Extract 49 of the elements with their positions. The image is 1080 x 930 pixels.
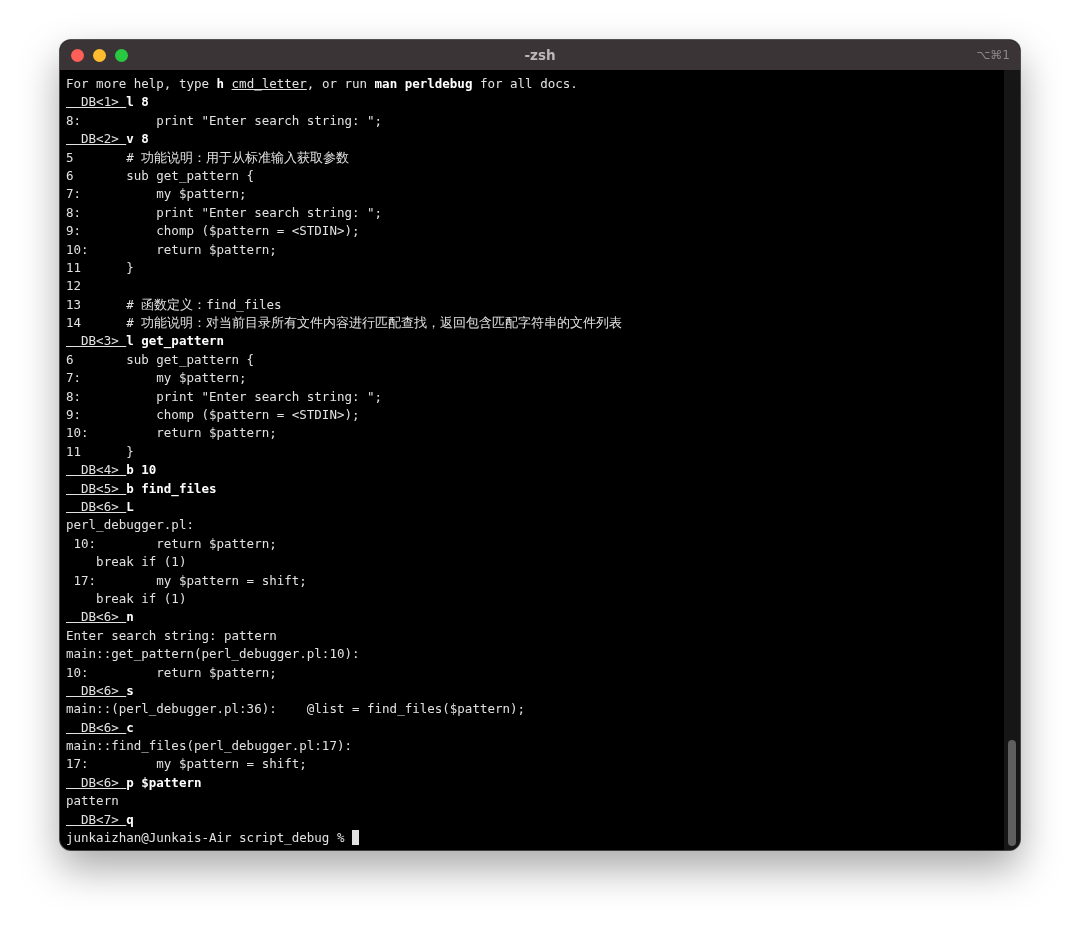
- output-line: 6 sub get_pattern {: [66, 167, 255, 183]
- command-text: c: [126, 719, 134, 735]
- output-line: 10: return $pattern;: [66, 664, 277, 680]
- output-line: 8: print "Enter search string: ";: [66, 204, 383, 220]
- help-text: For more help, type h cmd_letter, or run man perldebug for all docs.: [66, 75, 579, 93]
- command-text: v 8: [126, 131, 149, 147]
- zoom-button[interactable]: [115, 48, 128, 62]
- command-text: n: [126, 609, 134, 625]
- output-line: 10: return $pattern;: [66, 241, 277, 257]
- output-line: 11 }: [66, 259, 134, 275]
- debugger-prompt: DB<6>: [80, 774, 120, 790]
- scrollbar-thumb[interactable]: [1008, 740, 1016, 846]
- text-cursor: [352, 830, 359, 845]
- debugger-prompt: DB<4>: [80, 462, 120, 478]
- output-line: 13 # 函数定义：find_files: [66, 296, 282, 312]
- output-line: 10: return $pattern;: [66, 425, 277, 441]
- output-line: 7: my $pattern;: [66, 370, 247, 386]
- output-line: 17: my $pattern = shift;: [72, 572, 307, 588]
- command-text: L: [126, 499, 134, 514]
- command-text: l 8: [126, 94, 149, 110]
- debugger-prompt: DB<1>: [80, 94, 120, 110]
- output-line: 7: my $pattern;: [66, 186, 247, 202]
- tab-shortcut: ⌥⌘1: [976, 48, 1011, 62]
- output-line: 10: return $pattern;: [72, 535, 277, 551]
- command-text: s: [126, 682, 134, 698]
- output-line: 8: print "Enter search string: ";: [66, 388, 383, 404]
- minimize-button[interactable]: [93, 48, 106, 62]
- output-line: 14 # 功能说明：对当前目录所有文件内容进行匹配查找，返回包含匹配字符串的文件列表: [66, 315, 623, 331]
- output-line: 9: chomp ($pattern = <STDIN>);: [66, 407, 360, 423]
- command-text: p $pattern: [126, 774, 202, 790]
- debugger-prompt: DB<6>: [80, 609, 120, 625]
- debugger-prompt: DB<3>: [80, 333, 120, 349]
- output-line: 9: chomp ($pattern = <STDIN>);: [66, 223, 360, 239]
- output-line: 11 }: [66, 443, 134, 459]
- command-text: b 10: [126, 462, 157, 478]
- output-line: break if (1): [95, 590, 187, 606]
- debugger-prompt: DB<7>: [80, 811, 120, 827]
- window-title: -zsh: [524, 47, 556, 63]
- debugger-prompt: DB<6>: [80, 682, 120, 698]
- command-text: l get_pattern: [126, 333, 225, 349]
- debugger-prompt: DB<6>: [80, 719, 120, 735]
- output-line: 12: [66, 278, 82, 294]
- output-line: main::get_pattern(perl_debugger.pl:10):: [66, 646, 360, 662]
- output-line: 17: my $pattern = shift;: [66, 756, 307, 772]
- command-text: q: [126, 811, 134, 827]
- debugger-prompt: DB<2>: [80, 131, 120, 147]
- output-line: break if (1): [95, 554, 187, 570]
- command-text: b find_files: [126, 480, 217, 496]
- close-button[interactable]: [71, 48, 84, 62]
